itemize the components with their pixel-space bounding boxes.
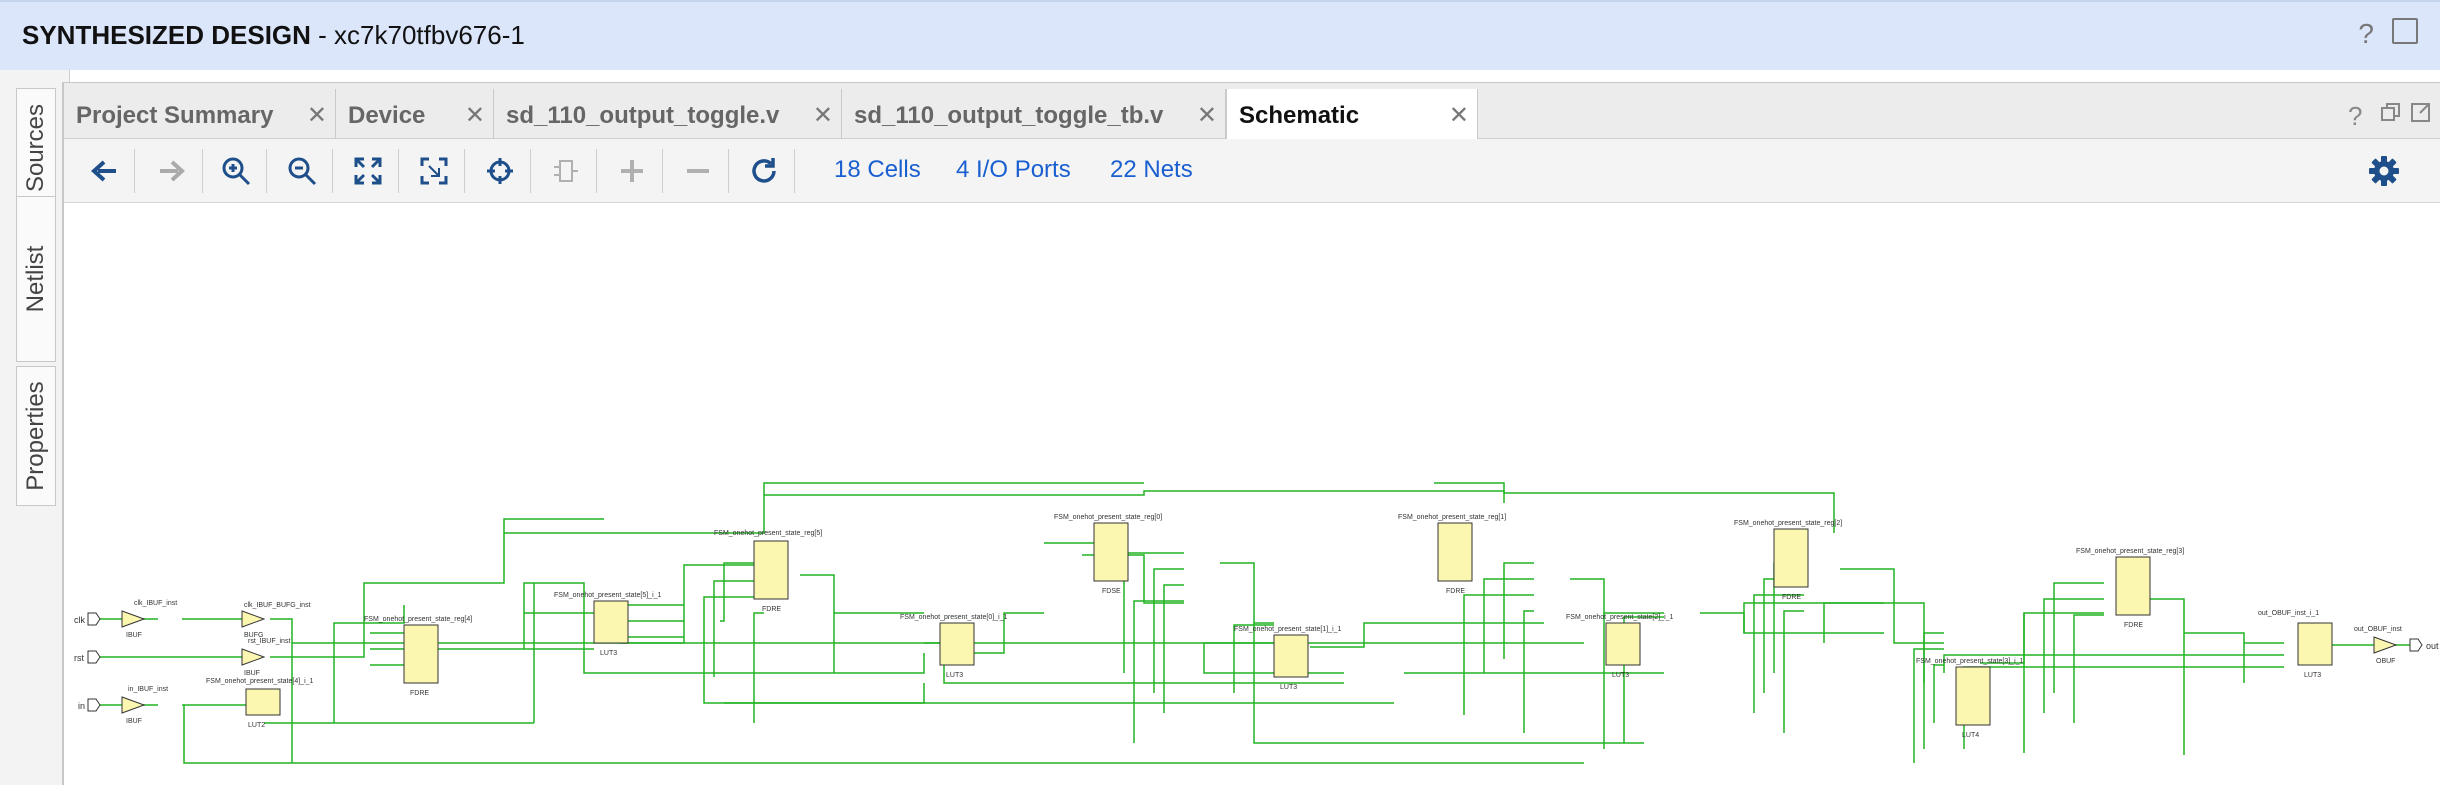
cell-clk-bufg[interactable]: clk_IBUF_BUFG_inst BUFG: [241, 602, 311, 639]
tab-schematic[interactable]: Schematic ✕: [1226, 89, 1478, 139]
svg-text:clk: clk: [74, 615, 85, 625]
svg-text:out_OBUF_inst: out_OBUF_inst: [2354, 626, 2402, 633]
expand-cell-icon[interactable]: [546, 151, 586, 191]
svg-text:FSM_onehot_present_state_reg[2: FSM_onehot_present_state_reg[2]: [1734, 520, 1842, 527]
cell-lut-state3[interactable]: FSM_onehot_present_state[3]_i_1 LUT4: [1916, 658, 2024, 739]
cell-lut-state0[interactable]: FSM_onehot_present_state[0]_i_1 LUT3: [900, 614, 1008, 679]
close-icon[interactable]: ✕: [1197, 101, 1217, 130]
svg-text:OBUF: OBUF: [2376, 658, 2395, 665]
svg-text:FDRE: FDRE: [410, 690, 429, 697]
svg-text:LUT3: LUT3: [1612, 672, 1629, 679]
svg-text:in_IBUF_inst: in_IBUF_inst: [128, 686, 168, 693]
svg-text:out_OBUF_inst_i_1: out_OBUF_inst_i_1: [2258, 610, 2319, 617]
cell-out-lut[interactable]: out_OBUF_inst_i_1 LUT3: [2258, 610, 2333, 679]
close-icon[interactable]: ✕: [465, 101, 485, 130]
select-icon[interactable]: [480, 151, 520, 191]
svg-text:out: out: [2426, 641, 2439, 651]
svg-text:LUT3: LUT3: [1280, 684, 1297, 691]
cell-reg-state0[interactable]: FSM_onehot_present_state_reg[0] FDSE: [1054, 514, 1162, 595]
tab-project-summary[interactable]: Project Summary ✕: [64, 89, 336, 139]
svg-text:FSM_onehot_present_state[1]_i_: FSM_onehot_present_state[1]_i_1: [1234, 626, 1342, 633]
svg-text:FSM_onehot_present_state_reg[0: FSM_onehot_present_state_reg[0]: [1054, 514, 1162, 521]
svg-text:FSM_onehot_present_state_reg[5: FSM_onehot_present_state_reg[5]: [714, 530, 822, 537]
svg-text:FDRE: FDRE: [2124, 622, 2143, 629]
svg-text:FSM_onehot_present_state_reg[1: FSM_onehot_present_state_reg[1]: [1398, 514, 1506, 521]
svg-text:FSM_onehot_present_state_reg[3: FSM_onehot_present_state_reg[3]: [2076, 548, 2184, 555]
svg-text:IBUF: IBUF: [126, 718, 142, 725]
cell-lut-state5[interactable]: FSM_onehot_present_state[5]_i_1 LUT3: [554, 592, 662, 657]
svg-text:FSM_onehot_present_state[2]_i_: FSM_onehot_present_state[2]_i_1: [1566, 614, 1674, 621]
side-tab-netlist[interactable]: Netlist: [16, 196, 56, 362]
cell-reg-state3[interactable]: FSM_onehot_present_state_reg[3] FDRE: [2076, 548, 2184, 629]
schematic-wires: [100, 482, 2410, 764]
float-icon[interactable]: [2410, 101, 2434, 125]
svg-text:IBUF: IBUF: [244, 670, 260, 677]
help-icon[interactable]: ?: [2358, 18, 2374, 50]
schematic-toolbar: 18 Cells 4 I/O Ports 22 Nets: [64, 139, 2440, 203]
close-icon[interactable]: ✕: [813, 101, 833, 130]
svg-text:FDSE: FDSE: [1102, 588, 1121, 595]
io-ports-count-link[interactable]: 4 I/O Ports: [956, 156, 1071, 184]
schematic-diagram[interactable]: clk rst in out clk_IBUF_inst IBUF clk_IB…: [64, 203, 2440, 786]
zoom-in-icon[interactable]: [216, 151, 256, 191]
title-bar: SYNTHESIZED DESIGN - xc7k70tfbv676-1 ?: [0, 0, 2440, 70]
cells-count-link[interactable]: 18 Cells: [834, 156, 921, 184]
add-icon[interactable]: [612, 151, 652, 191]
svg-text:FDRE: FDRE: [1782, 594, 1801, 601]
cell-reg-state4[interactable]: FSM_onehot_present_state_reg[4] FDRE: [364, 616, 472, 697]
tab-sd-110-output-toggle-tb-v[interactable]: sd_110_output_toggle_tb.v ✕: [842, 89, 1226, 139]
maximize-icon[interactable]: [2392, 18, 2418, 44]
svg-text:in: in: [78, 701, 85, 711]
back-icon[interactable]: [84, 151, 124, 191]
svg-text:LUT3: LUT3: [2304, 672, 2321, 679]
side-tab-sources[interactable]: Sources: [16, 88, 56, 208]
nets-count-link[interactable]: 22 Nets: [1110, 156, 1193, 184]
tab-help-icon[interactable]: ?: [2348, 101, 2372, 131]
zoom-out-icon[interactable]: [282, 151, 322, 191]
restore-icon[interactable]: [2380, 101, 2404, 125]
svg-text:FDRE: FDRE: [1446, 588, 1465, 595]
schematic-canvas[interactable]: clk rst in out clk_IBUF_inst IBUF clk_IB…: [64, 203, 2440, 786]
gear-icon[interactable]: [2364, 151, 2404, 191]
svg-text:LUT3: LUT3: [946, 672, 963, 679]
svg-text:FSM_onehot_present_state[4]_i_: FSM_onehot_present_state[4]_i_1: [206, 678, 314, 685]
svg-text:FSM_onehot_present_state[3]_i_: FSM_onehot_present_state[3]_i_1: [1916, 658, 2024, 665]
remove-icon[interactable]: [678, 151, 718, 191]
zoom-fit-icon[interactable]: [348, 151, 388, 191]
port-clk[interactable]: clk: [74, 612, 101, 626]
svg-text:rst: rst: [74, 653, 84, 663]
svg-text:LUT2: LUT2: [248, 722, 265, 729]
forward-icon[interactable]: [152, 151, 192, 191]
cell-lut-state1[interactable]: FSM_onehot_present_state[1]_i_1 LUT3: [1234, 626, 1342, 691]
cell-reg-state1[interactable]: FSM_onehot_present_state_reg[1] FDRE: [1398, 514, 1506, 595]
cell-reg-state5[interactable]: FSM_onehot_present_state_reg[5] FDRE: [714, 530, 822, 613]
tab-device[interactable]: Device ✕: [336, 89, 494, 139]
svg-text:clk_IBUF_BUFG_inst: clk_IBUF_BUFG_inst: [244, 602, 311, 609]
svg-text:FSM_onehot_present_state[5]_i_: FSM_onehot_present_state[5]_i_1: [554, 592, 662, 599]
svg-text:FSM_onehot_present_state_reg[4: FSM_onehot_present_state_reg[4]: [364, 616, 472, 623]
svg-text:IBUF: IBUF: [126, 632, 142, 639]
refresh-icon[interactable]: [744, 151, 784, 191]
schematic-panel: Project Summary ✕ Device ✕ sd_110_output_t…: [62, 82, 2440, 786]
editor-tab-bar: Project Summary ✕ Device ✕ sd_110_output_t…: [64, 83, 2440, 139]
close-icon[interactable]: ✕: [1449, 101, 1469, 130]
cell-reg-state2[interactable]: FSM_onehot_present_state_reg[2] FDRE: [1734, 520, 1842, 601]
port-out[interactable]: out: [2409, 638, 2439, 652]
svg-text:rst_IBUF_inst: rst_IBUF_inst: [248, 638, 290, 645]
svg-text:FDRE: FDRE: [762, 606, 781, 613]
port-rst[interactable]: rst: [74, 650, 101, 664]
close-icon[interactable]: ✕: [307, 101, 327, 130]
tab-sd-110-output-toggle-v[interactable]: sd_110_output_toggle.v ✕: [494, 89, 842, 139]
svg-text:LUT3: LUT3: [600, 650, 617, 657]
zoom-area-icon[interactable]: [414, 151, 454, 191]
svg-text:FSM_onehot_present_state[0]_i_: FSM_onehot_present_state[0]_i_1: [900, 614, 1008, 621]
port-in[interactable]: in: [78, 698, 101, 712]
cell-lut-state4[interactable]: FSM_onehot_present_state[4]_i_1 LUT2: [206, 678, 314, 729]
svg-text:clk_IBUF_inst: clk_IBUF_inst: [134, 600, 177, 607]
cell-lut-state2[interactable]: FSM_onehot_present_state[2]_i_1 LUT3: [1566, 614, 1674, 679]
window-title: SYNTHESIZED DESIGN - xc7k70tfbv676-1: [22, 20, 525, 50]
side-tab-properties[interactable]: Properties: [16, 366, 56, 506]
side-tab-strip: Sources Netlist Properties: [0, 70, 70, 785]
svg-text:LUT4: LUT4: [1962, 732, 1979, 739]
